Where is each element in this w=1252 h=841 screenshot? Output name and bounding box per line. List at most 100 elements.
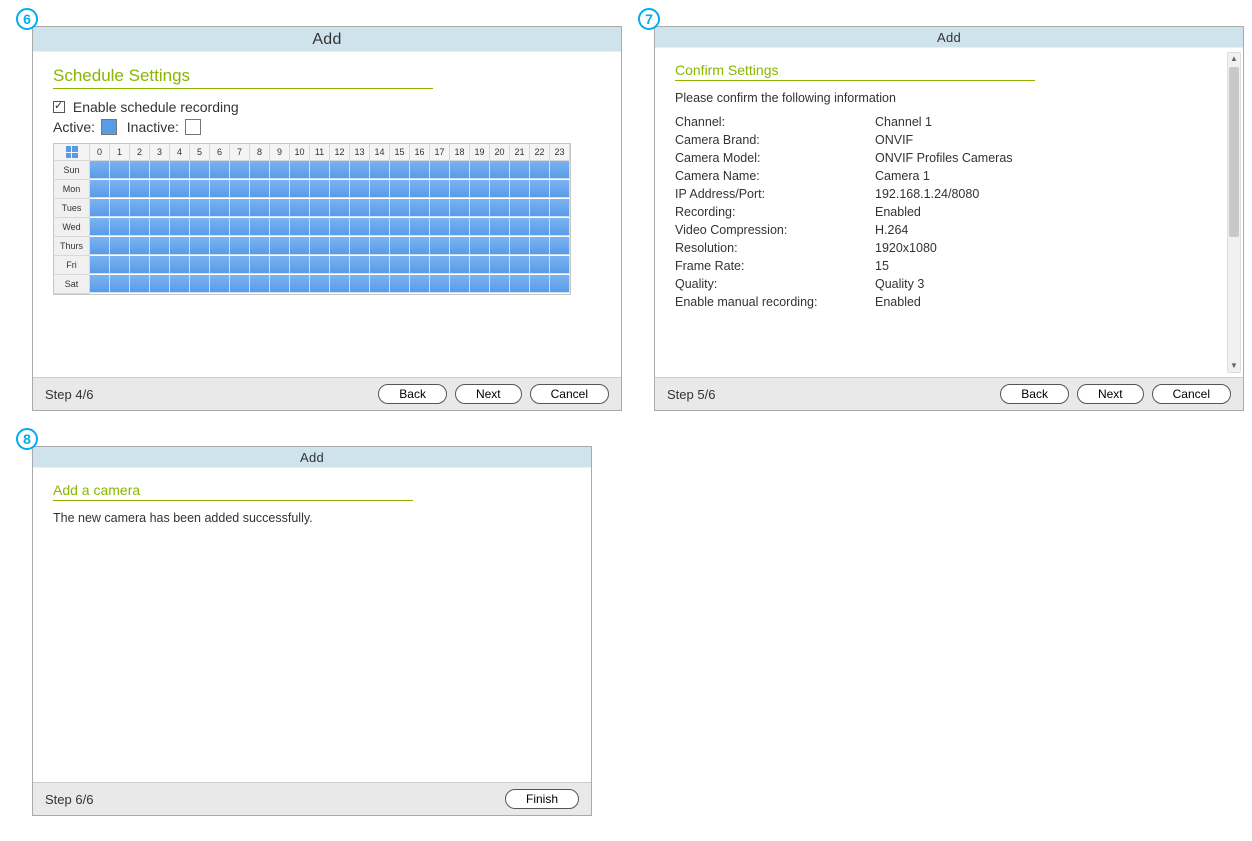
schedule-cell[interactable] bbox=[290, 256, 310, 274]
schedule-day-label[interactable]: Sat bbox=[54, 275, 90, 294]
schedule-hour-header[interactable]: 22 bbox=[530, 144, 550, 161]
schedule-cell[interactable] bbox=[550, 256, 570, 274]
schedule-hour-header[interactable]: 19 bbox=[470, 144, 490, 161]
schedule-cell[interactable] bbox=[470, 218, 490, 236]
schedule-hour-header[interactable]: 2 bbox=[130, 144, 150, 161]
schedule-cell[interactable] bbox=[190, 199, 210, 217]
schedule-cell[interactable] bbox=[170, 256, 190, 274]
enable-schedule-checkbox[interactable] bbox=[53, 101, 65, 113]
schedule-cell[interactable] bbox=[190, 161, 210, 179]
schedule-cell[interactable] bbox=[110, 161, 130, 179]
schedule-cell[interactable] bbox=[310, 180, 330, 198]
schedule-cell[interactable] bbox=[450, 275, 470, 293]
schedule-cell[interactable] bbox=[530, 199, 550, 217]
schedule-hour-header[interactable]: 11 bbox=[310, 144, 330, 161]
schedule-cell[interactable] bbox=[430, 218, 450, 236]
schedule-cell[interactable] bbox=[370, 237, 390, 255]
schedule-cell[interactable] bbox=[370, 161, 390, 179]
schedule-cell[interactable] bbox=[90, 180, 110, 198]
schedule-cell[interactable] bbox=[310, 256, 330, 274]
schedule-cell[interactable] bbox=[470, 180, 490, 198]
schedule-cell[interactable] bbox=[270, 218, 290, 236]
schedule-cell[interactable] bbox=[150, 237, 170, 255]
schedule-cell[interactable] bbox=[150, 180, 170, 198]
schedule-cell[interactable] bbox=[350, 237, 370, 255]
finish-button[interactable]: Finish bbox=[505, 789, 579, 809]
schedule-cell[interactable] bbox=[230, 256, 250, 274]
schedule-cell[interactable] bbox=[550, 199, 570, 217]
schedule-hour-header[interactable]: 16 bbox=[410, 144, 430, 161]
schedule-cell[interactable] bbox=[330, 199, 350, 217]
schedule-cell[interactable] bbox=[510, 275, 530, 293]
schedule-cell[interactable] bbox=[150, 218, 170, 236]
schedule-cell[interactable] bbox=[350, 180, 370, 198]
schedule-hour-header[interactable]: 20 bbox=[490, 144, 510, 161]
schedule-cell[interactable] bbox=[250, 199, 270, 217]
schedule-cell[interactable] bbox=[290, 218, 310, 236]
schedule-cell[interactable] bbox=[330, 180, 350, 198]
schedule-cell[interactable] bbox=[430, 256, 450, 274]
schedule-cell[interactable] bbox=[490, 218, 510, 236]
schedule-cell[interactable] bbox=[270, 180, 290, 198]
schedule-cell[interactable] bbox=[550, 218, 570, 236]
schedule-cell[interactable] bbox=[550, 275, 570, 293]
schedule-cell[interactable] bbox=[210, 161, 230, 179]
schedule-cell[interactable] bbox=[270, 237, 290, 255]
schedule-cell[interactable] bbox=[410, 161, 430, 179]
schedule-cell[interactable] bbox=[530, 237, 550, 255]
schedule-cell[interactable] bbox=[430, 275, 450, 293]
schedule-cell[interactable] bbox=[170, 180, 190, 198]
schedule-hour-header[interactable]: 17 bbox=[430, 144, 450, 161]
schedule-cell[interactable] bbox=[330, 275, 350, 293]
schedule-cell[interactable] bbox=[410, 275, 430, 293]
schedule-cell[interactable] bbox=[310, 161, 330, 179]
schedule-cell[interactable] bbox=[490, 275, 510, 293]
schedule-cell[interactable] bbox=[110, 199, 130, 217]
schedule-cell[interactable] bbox=[490, 237, 510, 255]
schedule-cell[interactable] bbox=[550, 180, 570, 198]
schedule-cell[interactable] bbox=[470, 237, 490, 255]
schedule-cell[interactable] bbox=[190, 275, 210, 293]
back-button[interactable]: Back bbox=[378, 384, 447, 404]
schedule-hour-header[interactable]: 12 bbox=[330, 144, 350, 161]
schedule-cell[interactable] bbox=[170, 199, 190, 217]
schedule-cell[interactable] bbox=[410, 180, 430, 198]
schedule-cell[interactable] bbox=[130, 180, 150, 198]
schedule-hour-header[interactable]: 13 bbox=[350, 144, 370, 161]
schedule-cell[interactable] bbox=[130, 161, 150, 179]
schedule-cell[interactable] bbox=[90, 199, 110, 217]
schedule-cell[interactable] bbox=[310, 199, 330, 217]
schedule-cell[interactable] bbox=[130, 218, 150, 236]
schedule-cell[interactable] bbox=[110, 256, 130, 274]
schedule-day-label[interactable]: Tues bbox=[54, 199, 90, 218]
schedule-cell[interactable] bbox=[110, 275, 130, 293]
schedule-hour-header[interactable]: 15 bbox=[390, 144, 410, 161]
schedule-cell[interactable] bbox=[490, 256, 510, 274]
schedule-hour-header[interactable]: 9 bbox=[270, 144, 290, 161]
schedule-cell[interactable] bbox=[270, 256, 290, 274]
schedule-cell[interactable] bbox=[490, 199, 510, 217]
schedule-cell[interactable] bbox=[170, 275, 190, 293]
scroll-thumb[interactable] bbox=[1229, 67, 1239, 237]
schedule-cell[interactable] bbox=[230, 180, 250, 198]
schedule-cell[interactable] bbox=[510, 199, 530, 217]
schedule-cell[interactable] bbox=[270, 275, 290, 293]
schedule-cell[interactable] bbox=[410, 218, 430, 236]
schedule-cell[interactable] bbox=[210, 199, 230, 217]
schedule-cell[interactable] bbox=[150, 275, 170, 293]
schedule-cell[interactable] bbox=[190, 237, 210, 255]
schedule-cell[interactable] bbox=[230, 199, 250, 217]
schedule-cell[interactable] bbox=[350, 275, 370, 293]
schedule-cell[interactable] bbox=[450, 218, 470, 236]
schedule-hour-header[interactable]: 1 bbox=[110, 144, 130, 161]
back-button[interactable]: Back bbox=[1000, 384, 1069, 404]
schedule-cell[interactable] bbox=[190, 180, 210, 198]
schedule-cell[interactable] bbox=[510, 256, 530, 274]
schedule-cell[interactable] bbox=[350, 256, 370, 274]
schedule-cell[interactable] bbox=[530, 218, 550, 236]
schedule-cell[interactable] bbox=[390, 218, 410, 236]
schedule-cell[interactable] bbox=[470, 275, 490, 293]
schedule-cell[interactable] bbox=[430, 237, 450, 255]
schedule-grid[interactable]: 01234567891011121314151617181920212223Su… bbox=[53, 143, 571, 295]
schedule-cell[interactable] bbox=[370, 180, 390, 198]
